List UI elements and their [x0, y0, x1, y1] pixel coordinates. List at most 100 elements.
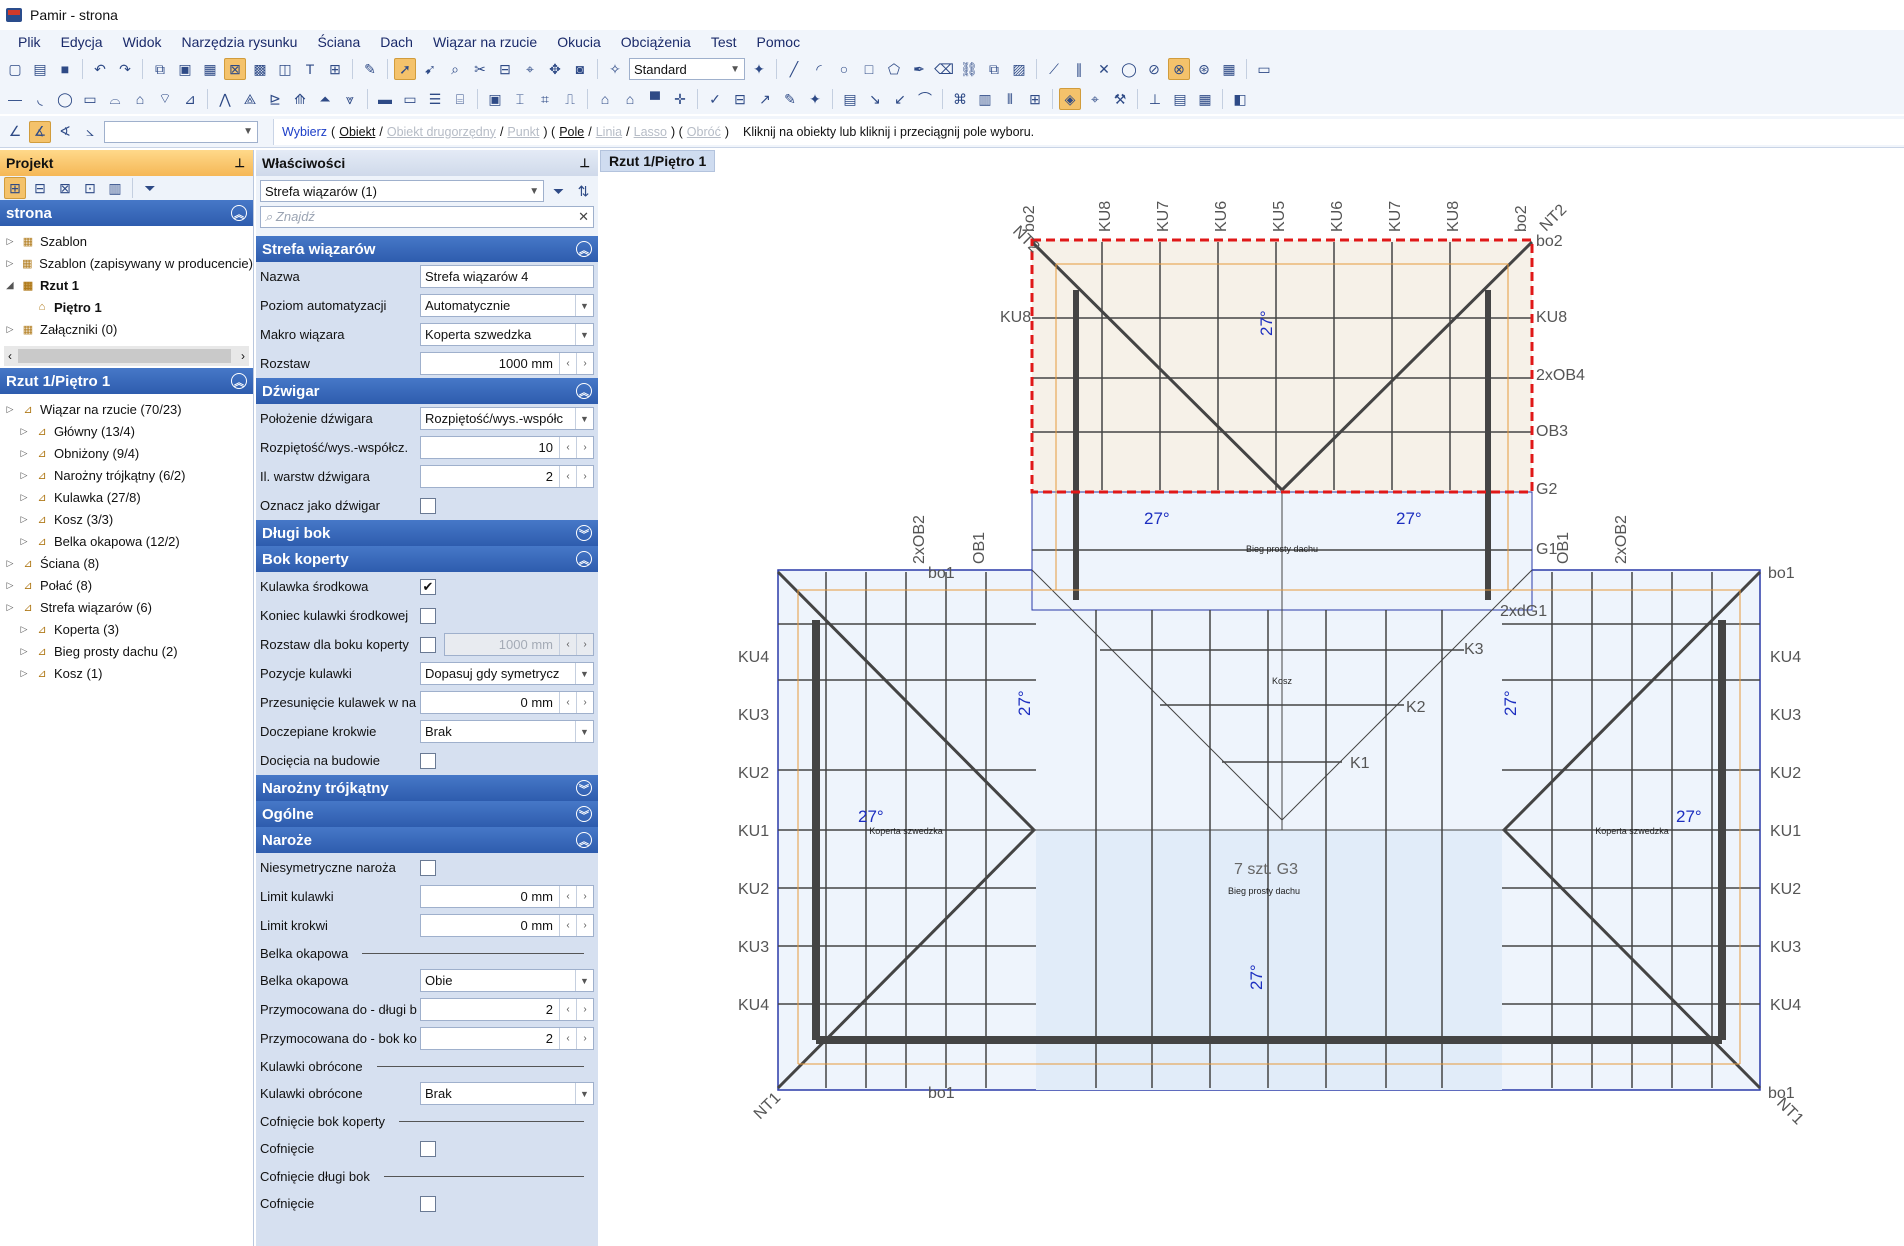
bracing-icon[interactable]: ⌸ — [449, 88, 471, 110]
eaves-beam-select[interactable]: Obie ▼ — [420, 969, 594, 992]
expand-icon[interactable]: ▷ — [4, 236, 16, 247]
diagonal-icon[interactable]: ⟋ — [1043, 58, 1065, 80]
menu-item[interactable]: Dach — [370, 34, 423, 50]
tree-item[interactable]: ▷ ▦ Szablon — [0, 230, 253, 252]
chevron-right-icon[interactable]: › — [576, 437, 593, 458]
hip-spacing-checkbox[interactable] — [420, 636, 436, 653]
wall-line-icon[interactable]: — — [4, 88, 26, 110]
expand-icon[interactable]: ▷ — [18, 624, 30, 635]
chevron-right-icon[interactable]: › — [576, 692, 593, 713]
menu-item[interactable]: Widok — [113, 34, 172, 50]
tree-item[interactable]: ▷ ▦ Załączniki (0) — [0, 318, 253, 340]
house-icon[interactable]: ⌂ — [594, 88, 616, 110]
chevron-right-icon[interactable]: › — [576, 915, 593, 936]
ridge-icon[interactable]: ⏶ — [314, 88, 336, 110]
menu-item[interactable]: Narzędzia rysunku — [172, 34, 308, 50]
menu-item[interactable]: Okucia — [547, 34, 611, 50]
rectangle-icon[interactable]: □ — [858, 58, 880, 80]
option-point[interactable]: Punkt — [507, 125, 539, 139]
expand-icon[interactable]: ▷ — [4, 258, 16, 269]
tree-view-icon[interactable]: ⊞ — [4, 177, 26, 199]
angle-icon[interactable]: ∠ — [4, 121, 26, 143]
section-icon[interactable]: ⫴ — [999, 88, 1021, 110]
expand-icon[interactable]: ▷ — [4, 602, 16, 613]
option-lasso[interactable]: Lasso — [634, 125, 667, 139]
roof-cut-icon[interactable]: ⊿ — [179, 88, 201, 110]
style-combo[interactable]: Standard ▼ — [629, 58, 745, 80]
grid-icon[interactable]: ▦ — [199, 58, 221, 80]
house2-icon[interactable]: ⌂ — [619, 88, 641, 110]
tree-item[interactable]: ▷ ⊿ Wiązar na rzucie (70/23) — [0, 398, 253, 420]
beam2-icon[interactable]: ▭ — [399, 88, 421, 110]
layers-stepper[interactable]: 2 ‹ › — [420, 465, 594, 488]
expand-icon[interactable]: ▷ — [18, 426, 30, 437]
option-rotate[interactable]: Obróć — [687, 125, 721, 139]
roof-shape-icon[interactable]: ⌂ — [129, 88, 151, 110]
ring-icon[interactable]: ◯ — [1118, 58, 1140, 80]
redo-icon[interactable]: ↷ — [114, 58, 136, 80]
wall-circle-icon[interactable]: ◯ — [54, 88, 76, 110]
panel-icon[interactable]: ▥ — [974, 88, 996, 110]
style-icon[interactable]: ✧ — [604, 58, 626, 80]
frame-icon[interactable]: ⌘ — [949, 88, 971, 110]
chevron-left-icon[interactable]: ‹ — [559, 886, 576, 907]
expand-icon[interactable]: ◢ — [4, 280, 16, 291]
menu-item[interactable]: Test — [701, 34, 747, 50]
chevron-up-icon[interactable]: ︽ — [576, 551, 592, 567]
angle-active-icon[interactable]: ∡ — [29, 120, 51, 143]
jack-position-select[interactable]: Dopasuj gdy symetrycz ▼ — [420, 662, 594, 685]
tree-view4-icon[interactable]: ⊡ — [79, 177, 101, 199]
chevron-up-icon[interactable]: ︽ — [576, 383, 592, 399]
section-ogolne[interactable]: Ogólne ︾ — [256, 801, 598, 827]
option-line[interactable]: Linia — [596, 125, 622, 139]
load-icon[interactable]: ⎍ — [559, 88, 581, 110]
expand-icon[interactable]: ▷ — [18, 536, 30, 547]
tree-item[interactable]: ▷ ⊿ Połać (8) — [0, 574, 253, 596]
tree-item[interactable]: ▷ ⊿ Koperta (3) — [0, 618, 253, 640]
analysis-icon[interactable]: ✦ — [804, 88, 826, 110]
expand-icon[interactable]: ▷ — [18, 492, 30, 503]
chevron-right-icon[interactable]: › — [576, 634, 593, 655]
command-select[interactable]: Wybierz — [282, 125, 327, 139]
filter-icon[interactable]: ⏷ — [139, 177, 161, 199]
chevron-left-icon[interactable]: ‹ — [559, 466, 576, 487]
undo-icon[interactable]: ↶ — [89, 58, 111, 80]
chevron-left-icon[interactable]: ‹ — [559, 1028, 576, 1049]
expand-icon[interactable]: ▷ — [4, 404, 16, 415]
snap-active-icon[interactable]: ⊗ — [1168, 58, 1190, 80]
middle-jack-end-checkbox[interactable] — [420, 607, 436, 624]
expand-icon[interactable]: ▷ — [18, 646, 30, 657]
layers-icon[interactable]: ◫ — [274, 58, 296, 80]
joint-icon[interactable]: ⌖ — [1084, 88, 1106, 110]
chevron-left-icon[interactable]: ‹ — [559, 634, 576, 655]
print-setup-icon[interactable]: ▦ — [1194, 88, 1216, 110]
new-file-icon[interactable]: ▢ — [4, 58, 26, 80]
option-secondary[interactable]: Obiekt drugorzędny — [387, 125, 496, 139]
tree-item[interactable]: ▷ ⊿ Kulawka (27/8) — [0, 486, 253, 508]
hip-setback-checkbox[interactable] — [420, 1140, 436, 1157]
print-icon[interactable]: ▤ — [1169, 88, 1191, 110]
level-icon[interactable]: ⊥ — [1144, 88, 1166, 110]
menu-item[interactable]: Ściana — [307, 34, 370, 50]
window-icon[interactable]: ◧ — [1229, 88, 1251, 110]
filter-icon[interactable]: ⏷ — [548, 180, 569, 202]
spacing-stepper[interactable]: 1000 mm ‹ › — [420, 352, 594, 375]
select-arrow-icon[interactable]: ➚ — [394, 58, 416, 80]
link-icon[interactable]: ⛓ — [958, 58, 980, 80]
section-floor[interactable]: Rzut 1/Piętro 1 ︽ — [0, 368, 253, 394]
name-input[interactable]: Strefa wiązarów 4 — [420, 265, 594, 288]
rotated-jacks-select[interactable]: Brak ▼ — [420, 1082, 594, 1105]
menu-item[interactable]: Obciążenia — [611, 34, 701, 50]
wall-arc-icon[interactable]: ◟ — [29, 88, 51, 110]
hip-spacing-stepper[interactable]: 1000 mm ‹ › — [444, 633, 594, 656]
section-dzwigar[interactable]: Dźwigar ︽ — [256, 378, 598, 404]
mark-girder-checkbox[interactable] — [420, 497, 436, 514]
export-icon[interactable]: ↘ — [864, 88, 886, 110]
move-icon[interactable]: ✥ — [544, 58, 566, 80]
tools-icon[interactable]: ⚒ — [1109, 88, 1131, 110]
tree-item[interactable]: ▷ ⊿ Obniżony (9/4) — [0, 442, 253, 464]
tree-item[interactable]: ▷ ⊿ Kosz (1) — [0, 662, 253, 684]
command-combo[interactable]: ▼ — [104, 120, 258, 143]
zoom-icon[interactable]: ⌕ — [444, 58, 466, 80]
grid-snap-icon[interactable]: ▦ — [1218, 58, 1240, 80]
